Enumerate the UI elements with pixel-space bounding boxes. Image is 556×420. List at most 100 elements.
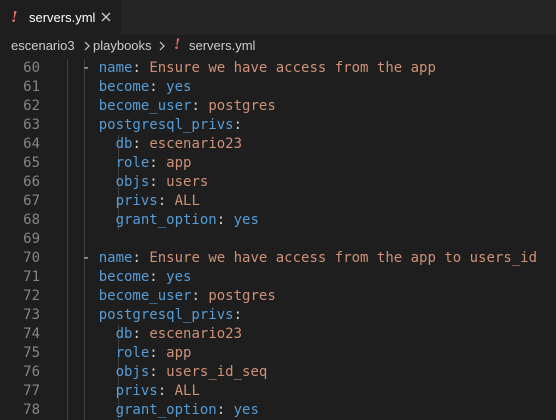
- indent-guide: [67, 230, 68, 249]
- code-text: become: yes: [98, 79, 192, 95]
- yaml-key: privs: [115, 193, 158, 209]
- yaml-file-icon: !: [11, 7, 18, 26]
- line-number: 60: [23, 60, 40, 76]
- code-line[interactable]: 60 - name: Ensure we have access from th…: [0, 59, 556, 78]
- yaml-value: users_id_seq: [166, 364, 268, 380]
- code-line[interactable]: 72 become_user: postgres: [0, 287, 556, 306]
- yaml-value: escenario23: [149, 326, 243, 342]
- code-line[interactable]: 77 privs: ALL: [0, 382, 556, 401]
- yaml-value: yes: [166, 79, 192, 95]
- line-number: 74: [23, 326, 40, 342]
- yaml-key: become_user: [98, 288, 192, 304]
- yaml-value: yes: [166, 269, 192, 285]
- line-number: 63: [23, 117, 40, 133]
- code-text: privs: ALL: [115, 383, 200, 399]
- yaml-key: role: [115, 155, 150, 171]
- code-text: become: yes: [98, 269, 192, 285]
- yaml-value: yes: [233, 402, 259, 418]
- code-line[interactable]: 63 postgresql_privs:: [0, 116, 556, 135]
- tab-servers-yml[interactable]: ! servers.yml: [0, 0, 122, 35]
- close-icon[interactable]: [98, 9, 114, 25]
- line-number: 68: [23, 212, 40, 228]
- yaml-value: postgres: [208, 98, 276, 114]
- code-text: db: escenario23: [115, 326, 243, 342]
- yaml-key: db: [115, 326, 133, 342]
- yaml-value: app: [166, 345, 192, 361]
- code-text: db: escenario23: [115, 136, 243, 152]
- breadcrumb-item-folder[interactable]: playbooks: [93, 37, 152, 54]
- line-number: 70: [23, 250, 40, 266]
- line-number: 72: [23, 288, 40, 304]
- line-number: 78: [23, 402, 40, 418]
- line-number: 66: [23, 174, 40, 190]
- yaml-key: role: [115, 345, 150, 361]
- code-text: grant_option: yes: [115, 402, 259, 418]
- code-line[interactable]: 78 grant_option: yes: [0, 401, 556, 420]
- code-editor[interactable]: 60 - name: Ensure we have access from th…: [0, 57, 556, 420]
- code-text: objs: users: [115, 174, 209, 190]
- chevron-right-icon: [157, 40, 167, 52]
- yaml-value: escenario23: [149, 136, 243, 152]
- line-number: 65: [23, 155, 40, 171]
- code-text: role: app: [115, 345, 192, 361]
- code-text: become_user: postgres: [98, 288, 276, 304]
- yaml-value: ALL: [174, 383, 200, 399]
- yaml-key: postgresql_privs: [98, 307, 234, 323]
- code-text: privs: ALL: [115, 193, 200, 209]
- yaml-value: Ensure we have access from the app: [149, 60, 436, 76]
- breadcrumb-item-folder[interactable]: escenario3: [11, 37, 75, 54]
- yaml-key: name: [98, 250, 133, 266]
- code-line[interactable]: 67 privs: ALL: [0, 192, 556, 211]
- yaml-key: privs: [115, 383, 158, 399]
- code-text: role: app: [115, 155, 192, 171]
- line-number: 62: [23, 98, 40, 114]
- yaml-key: become: [98, 269, 150, 285]
- code-line[interactable]: 69: [0, 230, 556, 249]
- yaml-value: yes: [233, 212, 259, 228]
- line-number: 73: [23, 307, 40, 323]
- code-line[interactable]: 75 role: app: [0, 344, 556, 363]
- code-line[interactable]: 61 become: yes: [0, 78, 556, 97]
- code-line[interactable]: 68 grant_option: yes: [0, 211, 556, 230]
- code-line[interactable]: 62 become_user: postgres: [0, 97, 556, 116]
- code-text: postgresql_privs:: [98, 117, 243, 133]
- yaml-value: Ensure we have access from the app to us…: [149, 250, 538, 266]
- yaml-value: ALL: [174, 193, 200, 209]
- yaml-key: postgresql_privs: [98, 117, 234, 133]
- indent-guide: [84, 230, 85, 249]
- code-line[interactable]: 64 db: escenario23: [0, 135, 556, 154]
- code-line[interactable]: 66 objs: users: [0, 173, 556, 192]
- code-text: grant_option: yes: [115, 212, 259, 228]
- yaml-key: objs: [115, 364, 150, 380]
- code-line[interactable]: 71 become: yes: [0, 268, 556, 287]
- line-number: 61: [23, 79, 40, 95]
- code-line[interactable]: 74 db: escenario23: [0, 325, 556, 344]
- breadcrumb-item-file[interactable]: servers.yml: [189, 37, 255, 54]
- yaml-key: become: [98, 79, 150, 95]
- yaml-value: users: [166, 174, 209, 190]
- line-number: 69: [23, 231, 40, 247]
- code-text: objs: users_id_seq: [115, 364, 268, 380]
- chevron-right-icon: [82, 40, 92, 52]
- code-text: - name: Ensure we have access from the a…: [81, 250, 538, 266]
- yaml-key: become_user: [98, 98, 192, 114]
- line-number: 77: [23, 383, 40, 399]
- code-text: - name: Ensure we have access from the a…: [81, 60, 436, 76]
- code-text: become_user: postgres: [98, 98, 276, 114]
- yaml-key: grant_option: [115, 402, 217, 418]
- line-number: 64: [23, 136, 40, 152]
- code-line[interactable]: 70 - name: Ensure we have access from th…: [0, 249, 556, 268]
- line-number: 75: [23, 345, 40, 361]
- code-line[interactable]: 65 role: app: [0, 154, 556, 173]
- yaml-key: grant_option: [115, 212, 217, 228]
- tab-bar: ! servers.yml: [0, 0, 556, 36]
- yaml-key: db: [115, 136, 133, 152]
- breadcrumb: escenario3 playbooks ! servers.yml: [0, 35, 556, 57]
- line-number: 71: [23, 269, 40, 285]
- line-number: 76: [23, 364, 40, 380]
- yaml-key: name: [98, 60, 133, 76]
- editor-window: ! servers.yml escenario3 playbooks ! ser…: [0, 0, 556, 420]
- code-line[interactable]: 76 objs: users_id_seq: [0, 363, 556, 382]
- code-line[interactable]: 73 postgresql_privs:: [0, 306, 556, 325]
- code-text: postgresql_privs:: [98, 307, 243, 323]
